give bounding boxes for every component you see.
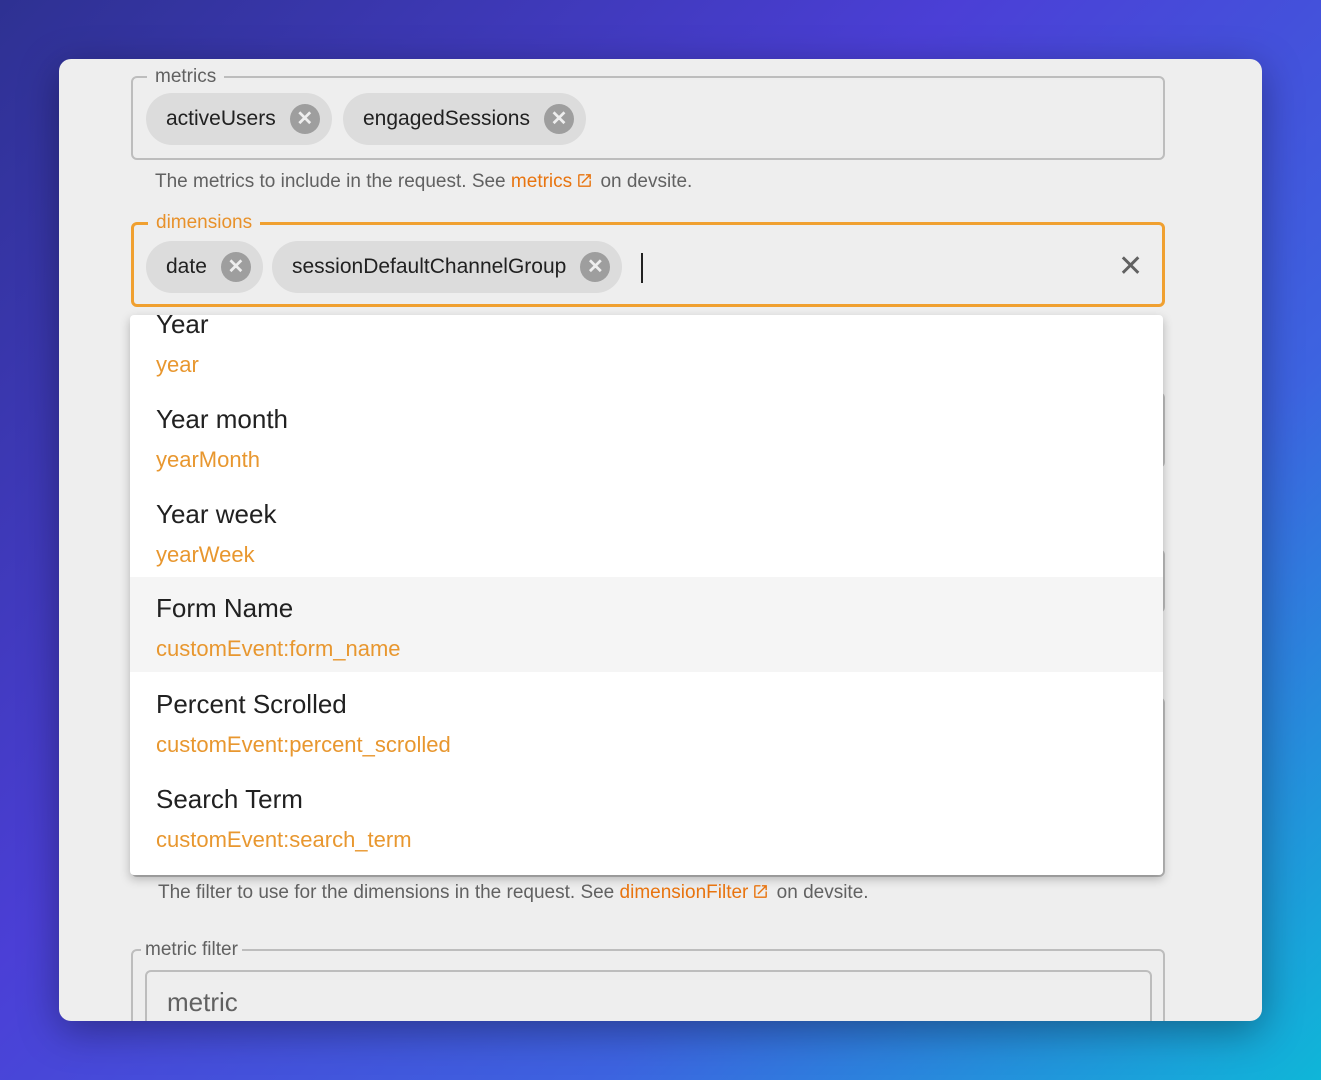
dimension-filter-doc-link[interactable]: dimensionFilter — [620, 882, 749, 903]
chip-label: activeUsers — [166, 107, 276, 130]
chip-remove-icon[interactable]: ✕ — [543, 104, 574, 134]
chip-label: sessionDefaultChannelGroup — [292, 255, 567, 278]
metrics-helper-text: The metrics to include in the request. S… — [155, 171, 693, 192]
option-label: Year week — [156, 499, 277, 529]
metric-chip-engaged-sessions[interactable]: engagedSessions ✕ — [343, 93, 586, 145]
dimension-option[interactable]: Year month yearMonth — [130, 393, 1163, 488]
dimension-chip-session-default-channel-group[interactable]: sessionDefaultChannelGroup ✕ — [272, 241, 623, 293]
dimension-option[interactable]: Year year — [130, 315, 1163, 393]
dimension-option[interactable]: Percent Scrolled customEvent:percent_scr… — [130, 678, 1163, 773]
metric-chip-active-users[interactable]: activeUsers ✕ — [146, 93, 332, 145]
chip-label: engagedSessions — [363, 107, 530, 130]
text-cursor[interactable] — [641, 253, 643, 283]
dimension-option-highlighted[interactable]: Form Name customEvent:form_name — [130, 577, 1163, 672]
metrics-doc-link[interactable]: metrics — [511, 171, 572, 192]
option-label: Year — [156, 315, 209, 339]
chip-remove-icon[interactable]: ✕ — [289, 104, 320, 134]
chip-remove-icon[interactable]: ✕ — [580, 252, 611, 282]
option-label: Percent Scrolled — [156, 689, 347, 719]
option-label: Search Term — [156, 784, 303, 814]
metric-input-placeholder: metric — [167, 987, 238, 1017]
option-id: customEvent:form_name — [156, 636, 401, 661]
option-id: customEvent:search_term — [156, 827, 412, 852]
dimension-chip-date[interactable]: date ✕ — [146, 241, 263, 293]
chip-label: date — [166, 255, 207, 278]
option-id: year — [156, 352, 199, 377]
external-link-icon[interactable] — [752, 883, 769, 900]
option-label: Form Name — [156, 593, 294, 623]
dimension-filter-helper-text: The filter to use for the dimensions in … — [158, 882, 869, 903]
dimension-option[interactable]: Year week yearWeek — [130, 488, 1163, 583]
option-id: customEvent:percent_scrolled — [156, 732, 451, 757]
metric-filter-legend: metric filter — [145, 939, 238, 960]
chip-remove-icon[interactable]: ✕ — [220, 252, 251, 282]
dimension-option[interactable]: Search Term customEvent:search_term — [130, 773, 1163, 868]
clear-icon[interactable]: ✕ — [1118, 252, 1143, 282]
option-id: yearMonth — [156, 447, 260, 472]
external-link-icon[interactable] — [576, 172, 593, 189]
dimensions-legend: dimensions — [156, 212, 253, 233]
metrics-legend: metrics — [155, 66, 217, 87]
metric-input[interactable] — [145, 970, 1152, 1021]
option-id: yearWeek — [156, 542, 255, 567]
option-label: Year month — [156, 404, 289, 434]
request-form-panel: metrics activeUsers ✕ engagedSessions ✕ … — [59, 59, 1262, 1021]
dimensions-dropdown: Year year Year month yearMonth Year week… — [130, 315, 1163, 875]
